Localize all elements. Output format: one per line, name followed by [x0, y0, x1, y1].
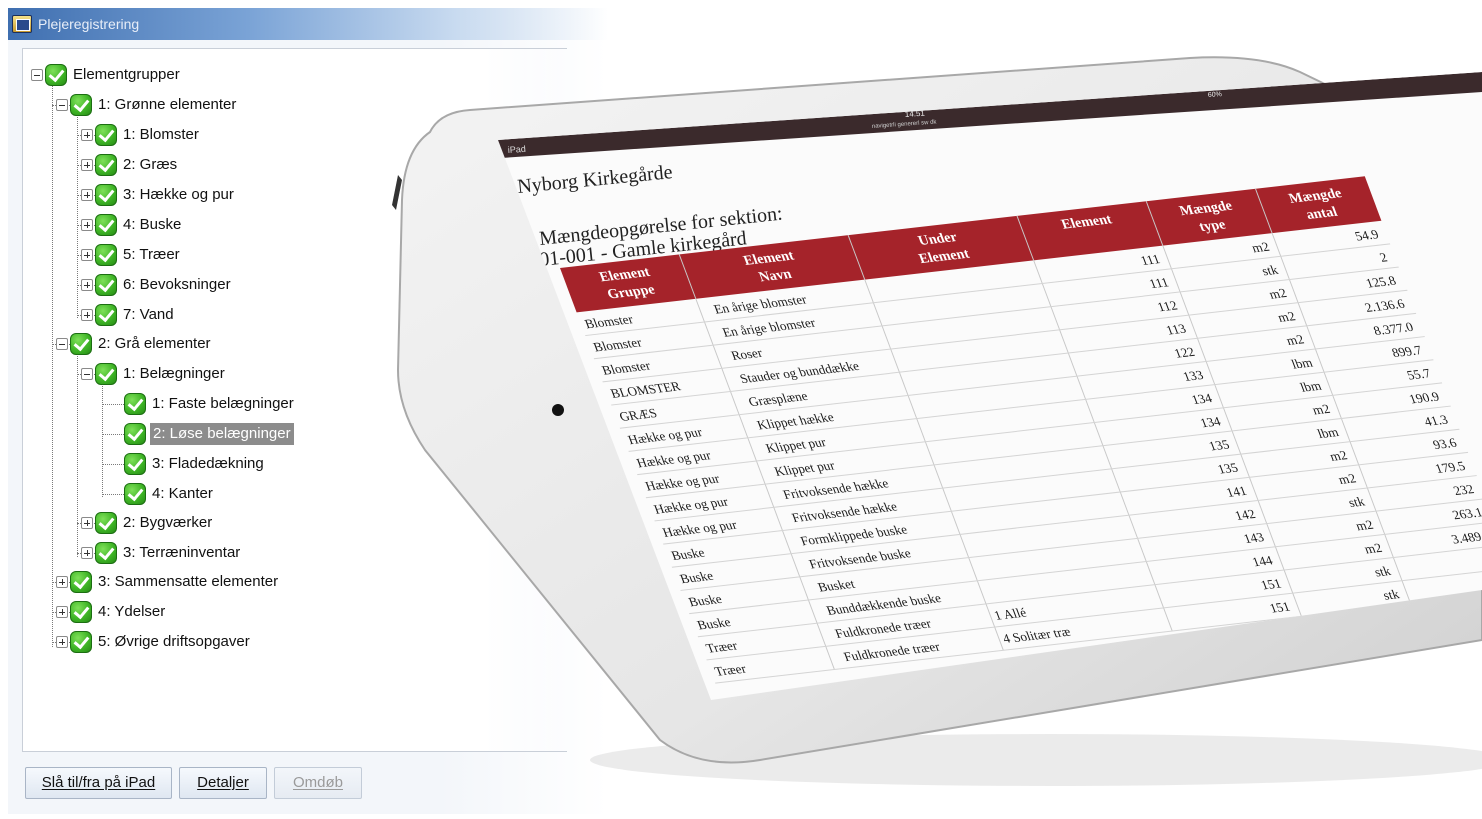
ipad-status-battery: 60% — [1208, 91, 1222, 99]
front-camera-icon — [552, 404, 564, 416]
ipad-mockup: iPad 14.51 navigetrli genererl sw dk 60%… — [0, 0, 1482, 814]
ipad-svg: iPad 14.51 navigetrli genererl sw dk 60%… — [392, 56, 1482, 786]
report-table-cell: 263.1 — [1450, 505, 1482, 523]
report-column-header: type — [1197, 217, 1228, 235]
ipad-status-left: iPad — [507, 144, 526, 155]
